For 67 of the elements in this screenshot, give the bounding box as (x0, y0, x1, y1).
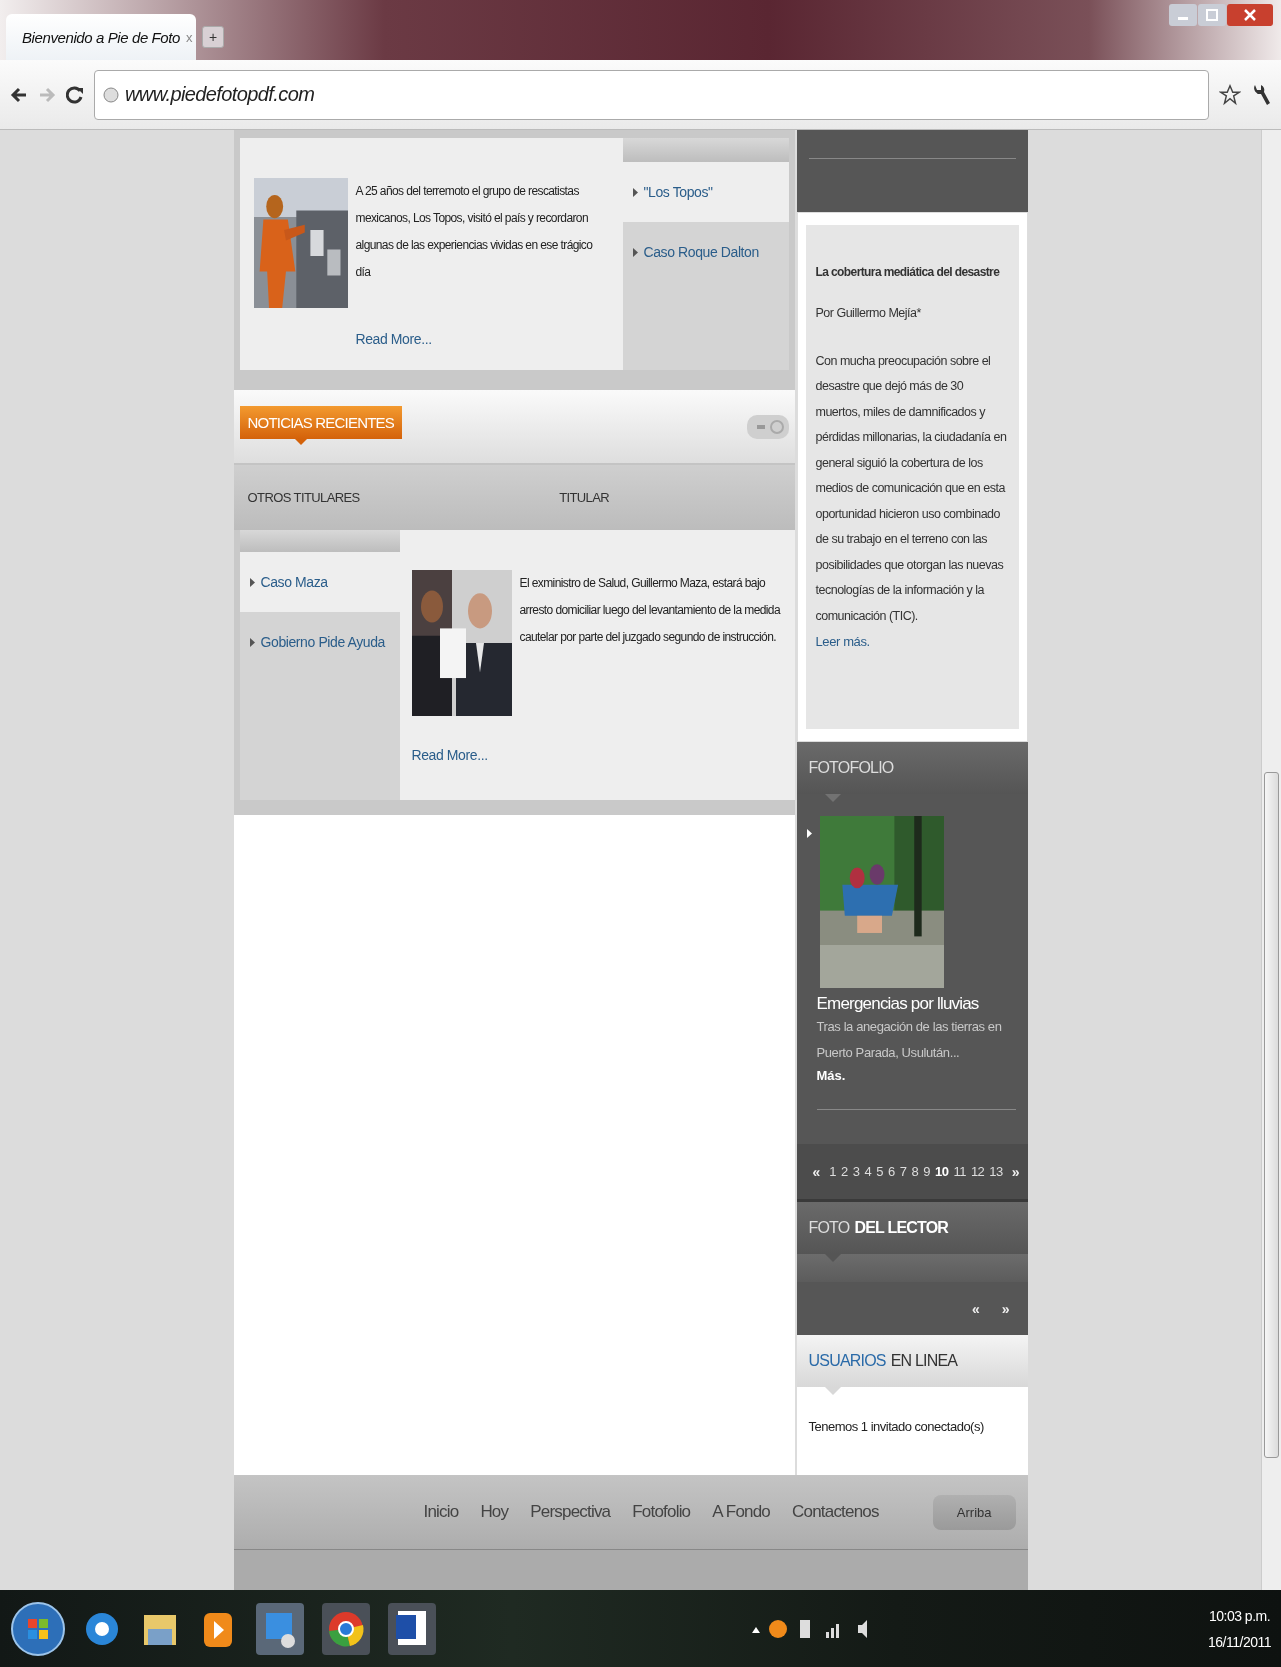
start-button-icon[interactable] (10, 1600, 66, 1657)
close-icon[interactable] (1227, 4, 1273, 26)
page-link[interactable]: 9 (923, 1164, 930, 1179)
page-link[interactable]: 8 (911, 1164, 919, 1179)
previous-link[interactable]: « (971, 1300, 980, 1317)
toggle-control-icon[interactable] (746, 414, 789, 439)
photo-caption: Emergencias por lluvias (816, 994, 980, 1014)
online-users-text: Tenemos 1 invitado conectado(s) (808, 1419, 985, 1434)
headline-link[interactable]: Caso Maza (239, 552, 400, 612)
word-icon[interactable] (386, 1600, 438, 1657)
globe-icon (103, 86, 119, 103)
pointer-icon (294, 439, 307, 445)
section-header: USUARIOS EN LINEA (796, 1335, 1028, 1387)
triangle-bullet-icon (249, 577, 255, 587)
star-icon[interactable] (1219, 83, 1241, 106)
article-summary: El exministro de Salud, Guillermo Maza, estará bajo arresto domiciliar luego del levantamiento de la medida cautelar por parte del juzgado segundo de instrucción. (519, 575, 781, 646)
footer-link[interactable]: A Fondo (712, 1502, 770, 1522)
page-link[interactable]: 11 (953, 1164, 966, 1179)
triangle-bullet-icon (806, 829, 812, 838)
triangle-bullet-icon (632, 247, 638, 257)
opinion-byline: Por Guillermo Mejía* (815, 305, 922, 322)
opinion-body: Con mucha preocupación sobre el desastre que dejó más de 30 muertos, miles de damnificados y pérdidas millonarias, la ciudadanía en general siguió la cobertura de los medios de comunicación que en esta oportunidad hicieron uso combinado de su trabajo en el terreno con las posibilidades que otorgan las nuevas tecnologías de la información y la comunicación (TIC). Leer más. (815, 348, 1009, 656)
tab-title: Bienvenido a Pie de Foto (22, 28, 180, 46)
back-to-top-button[interactable]: Arriba (932, 1494, 1016, 1530)
address-bar[interactable]: www.piedefotopdf.com (94, 69, 1209, 120)
new-tab-button[interactable]: + (202, 26, 224, 48)
headline-link[interactable]: "Los Topos" (622, 162, 789, 222)
next-page-link[interactable]: » (1011, 1163, 1020, 1180)
page-link[interactable]: 2 (841, 1164, 848, 1179)
section-badge: NOTICIAS RECIENTES (239, 406, 402, 439)
page-link[interactable]: 13 (989, 1164, 1003, 1179)
article-summary: A 25 años del terremoto el grupo de rescatistas mexicanos, Los Topos, visitó el país y recordaron algunas de las experiencias vividas en ese trágico día (355, 183, 594, 281)
triangle-bullet-icon (632, 187, 638, 197)
page-link[interactable]: 6 (887, 1164, 895, 1179)
read-more-link[interactable]: Read More... (411, 747, 488, 763)
page-link[interactable]: 4 (864, 1164, 872, 1179)
opinion-title: La cobertura mediática del desastre (815, 265, 1001, 279)
control-panel-icon[interactable] (254, 1600, 306, 1657)
column-heading: OTROS TITULARES (246, 490, 361, 505)
page-link[interactable]: 1 (829, 1164, 837, 1179)
triangle-bullet-icon (249, 637, 255, 647)
footer-link[interactable]: Fotofolio (632, 1502, 691, 1522)
page-link[interactable]: 12 (970, 1164, 985, 1179)
footer-link[interactable]: Hoy (480, 1502, 509, 1522)
page-link[interactable]: 5 (876, 1164, 883, 1179)
photo-summary: Tras la anegación de las tierras en Puerto Parada, Usulután... (816, 1018, 1003, 1062)
read-more-link[interactable]: Leer más. (815, 629, 870, 655)
footer-link[interactable]: Perspectiva (530, 1502, 611, 1522)
reload-icon[interactable] (66, 85, 84, 104)
page-link[interactable]: 3 (852, 1164, 860, 1179)
previous-page-link[interactable]: « (812, 1163, 821, 1180)
chrome-icon[interactable] (320, 1600, 372, 1657)
browser-tab[interactable]: Bienvenido a Pie de Foto x (6, 14, 196, 60)
page-link[interactable]: 7 (899, 1164, 907, 1179)
next-link[interactable]: » (1001, 1300, 1010, 1317)
footer-link[interactable]: Inicio (423, 1502, 459, 1522)
taskbar-clock[interactable]: 10:03 p.m. 16/11/2011 (1208, 1602, 1271, 1655)
wrench-icon[interactable] (1251, 82, 1271, 107)
footer-link[interactable]: Contactenos (792, 1502, 879, 1522)
read-more-link[interactable]: Read More... (355, 331, 432, 347)
tab-close-button[interactable]: x (186, 29, 193, 45)
page-link[interactable]: 10 (934, 1164, 949, 1179)
column-heading: TITULAR (558, 490, 611, 505)
back-icon[interactable] (10, 85, 28, 104)
pointer-icon (824, 794, 841, 802)
pointer-icon (824, 1387, 841, 1395)
more-link[interactable]: Más. (816, 1068, 1016, 1083)
